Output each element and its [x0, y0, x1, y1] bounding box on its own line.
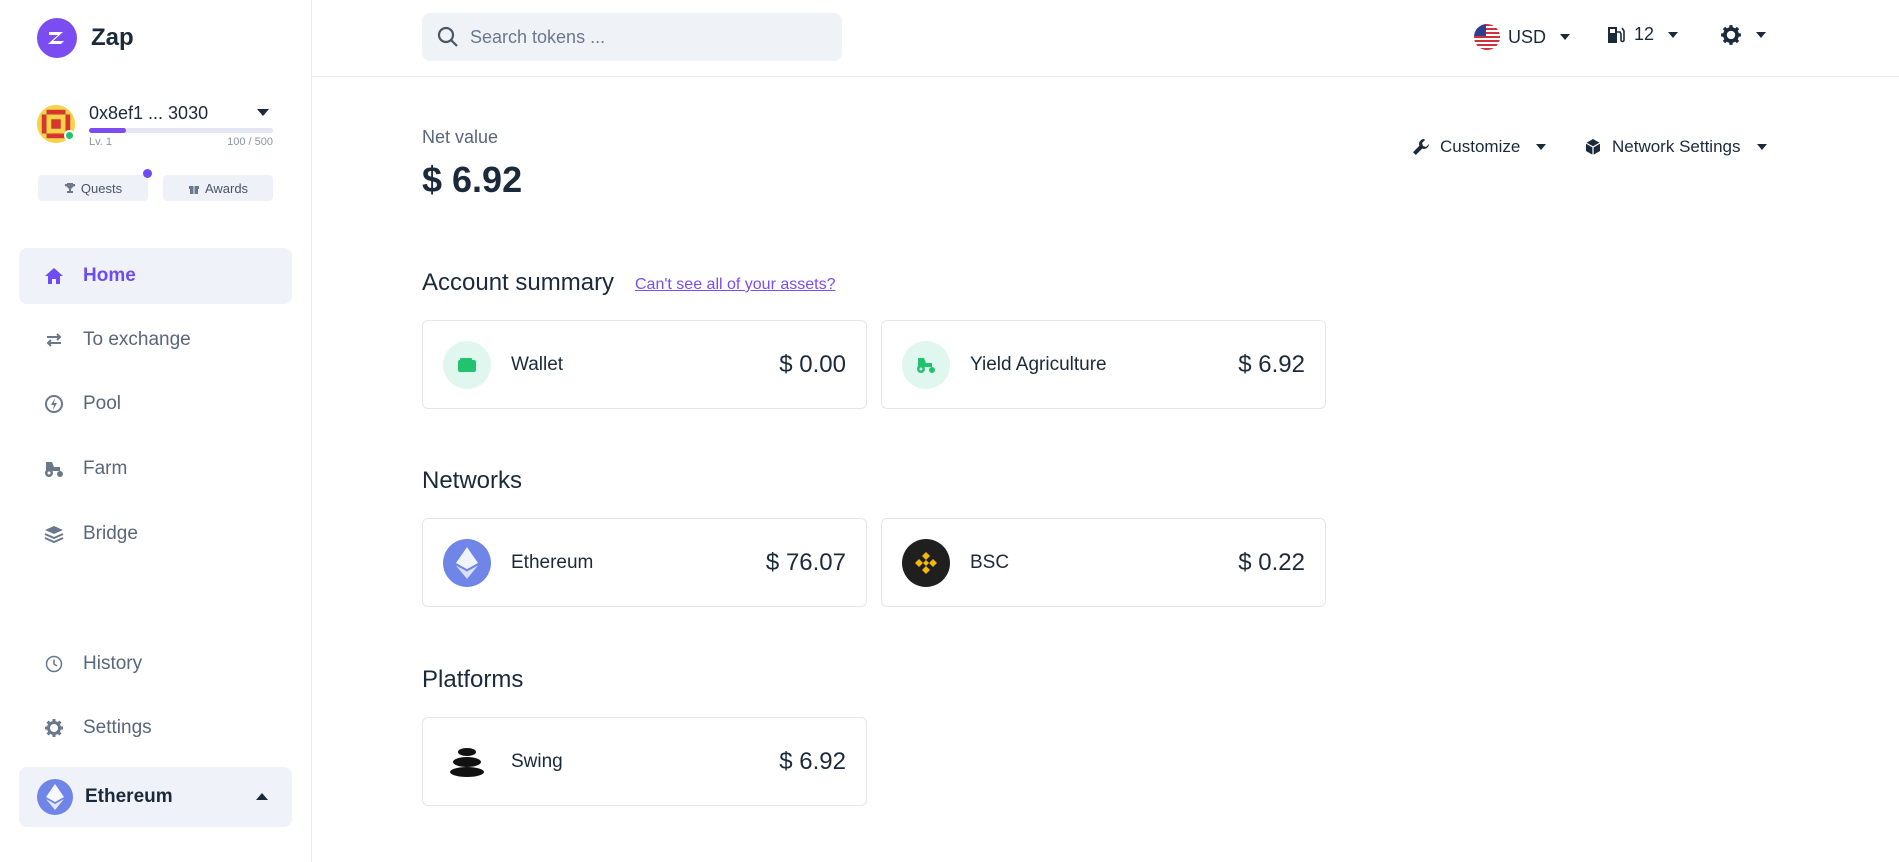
- wallet-icon: [443, 340, 491, 389]
- tractor-icon: [902, 340, 950, 389]
- search-input[interactable]: [470, 26, 830, 48]
- swap-icon: [43, 329, 65, 351]
- net-value: $ 6.92: [422, 159, 523, 200]
- chevron-down-icon: [1536, 144, 1547, 150]
- chevron-down-icon: [1560, 34, 1571, 40]
- us-flag-icon: [1474, 24, 1500, 50]
- home-icon: [43, 265, 65, 287]
- search-icon: [437, 26, 458, 47]
- xp-progress-bar: [89, 128, 273, 133]
- level-label: Lv. 1: [89, 136, 113, 148]
- pool-icon: [43, 393, 65, 415]
- card-name: BSC: [970, 551, 1010, 573]
- quests-button[interactable]: Quests: [38, 175, 148, 201]
- chevron-down-icon: [1668, 31, 1679, 38]
- sidebar-item-label: History: [83, 653, 143, 674]
- network-selector[interactable]: Ethereum: [19, 767, 292, 827]
- bsc-network-card[interactable]: BSC $ 0.22: [881, 518, 1326, 607]
- notification-dot: [143, 169, 152, 178]
- card-value: $ 6.92: [1238, 350, 1305, 378]
- gear-icon: [1721, 25, 1741, 45]
- card-name: Ethereum: [511, 551, 594, 573]
- sidebar-item-exchange[interactable]: To exchange: [19, 312, 292, 368]
- sidebar-item-settings[interactable]: Settings: [19, 700, 292, 756]
- sidebar-item-label: Farm: [83, 458, 128, 479]
- account-address: 0x8ef1 ... 3030: [89, 103, 209, 123]
- wrench-icon: [1413, 139, 1429, 155]
- tractor-icon: [43, 458, 65, 480]
- card-value: $ 0.22: [1238, 548, 1305, 576]
- search-box[interactable]: [422, 13, 842, 61]
- card-name: Wallet: [511, 353, 564, 375]
- sidebar-item-home[interactable]: Home: [19, 248, 292, 304]
- sidebar: Zap 0x8ef1 ... 3030 Lv. 1 100 / 500 Ques…: [0, 0, 312, 862]
- settings-menu[interactable]: [1720, 24, 1766, 46]
- ethereum-network-card[interactable]: Ethereum $ 76.07: [422, 518, 867, 607]
- gas-selector[interactable]: 12: [1606, 24, 1679, 45]
- chevron-down-icon: [1756, 32, 1766, 38]
- yield-agriculture-card[interactable]: Yield Agriculture $ 6.92: [881, 320, 1326, 409]
- customize-label: Customize: [1440, 137, 1521, 156]
- sidebar-item-history[interactable]: History: [19, 636, 292, 692]
- sidebar-item-label: To exchange: [83, 329, 191, 350]
- card-value: $ 6.92: [779, 747, 846, 775]
- awards-label: Awards: [204, 180, 249, 196]
- brand[interactable]: Zap: [37, 18, 134, 58]
- xp-label: 100 / 500: [227, 136, 273, 148]
- online-status-dot: [64, 130, 75, 141]
- card-value: $ 0.00: [779, 350, 846, 378]
- gas-price: 12: [1634, 24, 1655, 44]
- gift-icon: [188, 186, 199, 194]
- sidebar-item-farm[interactable]: Farm: [19, 441, 292, 497]
- bnb-icon: [902, 538, 950, 587]
- sidebar-item-label: Pool: [83, 393, 122, 414]
- account-selector[interactable]: 0x8ef1 ... 3030 Lv. 1 100 / 500: [37, 103, 273, 149]
- trophy-icon: [64, 183, 76, 193]
- swing-platform-card[interactable]: Swing $ 6.92: [422, 717, 867, 806]
- missing-assets-link[interactable]: Can't see all of your assets?: [635, 276, 836, 294]
- zap-logo-icon: [37, 18, 77, 58]
- xp-progress-fill: [89, 128, 126, 133]
- brand-name: Zap: [91, 24, 134, 51]
- currency-selector[interactable]: USD: [1474, 24, 1571, 50]
- clock-icon: [43, 653, 65, 675]
- net-value-label: Net value: [422, 127, 499, 147]
- network-label: Ethereum: [85, 786, 173, 807]
- chevron-down-icon: [1756, 144, 1767, 150]
- sidebar-item-label: Home: [83, 265, 136, 286]
- wallet-card[interactable]: Wallet $ 0.00: [422, 320, 867, 409]
- ethereum-icon: [37, 779, 73, 815]
- gas-pump-icon: [1608, 26, 1625, 43]
- card-name: Swing: [511, 750, 563, 772]
- sidebar-item-bridge[interactable]: Bridge: [19, 506, 292, 562]
- awards-button[interactable]: Awards: [163, 175, 273, 201]
- sidebar-item-label: Settings: [83, 717, 152, 738]
- quests-label: Quests: [80, 180, 123, 196]
- network-settings-button[interactable]: Network Settings: [1584, 137, 1767, 157]
- networks-title: Networks: [422, 467, 523, 494]
- gear-icon: [43, 717, 65, 739]
- sidebar-item-label: Bridge: [83, 523, 138, 544]
- currency-label: USD: [1508, 26, 1547, 47]
- platforms-title: Platforms: [422, 666, 524, 693]
- network-settings-label: Network Settings: [1612, 137, 1741, 156]
- chevron-down-icon[interactable]: [257, 109, 269, 116]
- cube-icon: [1585, 139, 1601, 155]
- sidebar-item-pool[interactable]: Pool: [19, 376, 292, 432]
- card-name: Yield Agriculture: [970, 353, 1107, 375]
- layers-icon: [43, 523, 65, 545]
- account-summary-title: Account summary: [422, 269, 615, 296]
- swing-icon: [443, 737, 491, 786]
- ethereum-icon: [443, 538, 491, 587]
- top-bar: USD 12: [312, 0, 1899, 77]
- card-value: $ 76.07: [765, 548, 846, 576]
- chevron-up-icon: [256, 793, 268, 800]
- customize-button[interactable]: Customize: [1412, 137, 1547, 157]
